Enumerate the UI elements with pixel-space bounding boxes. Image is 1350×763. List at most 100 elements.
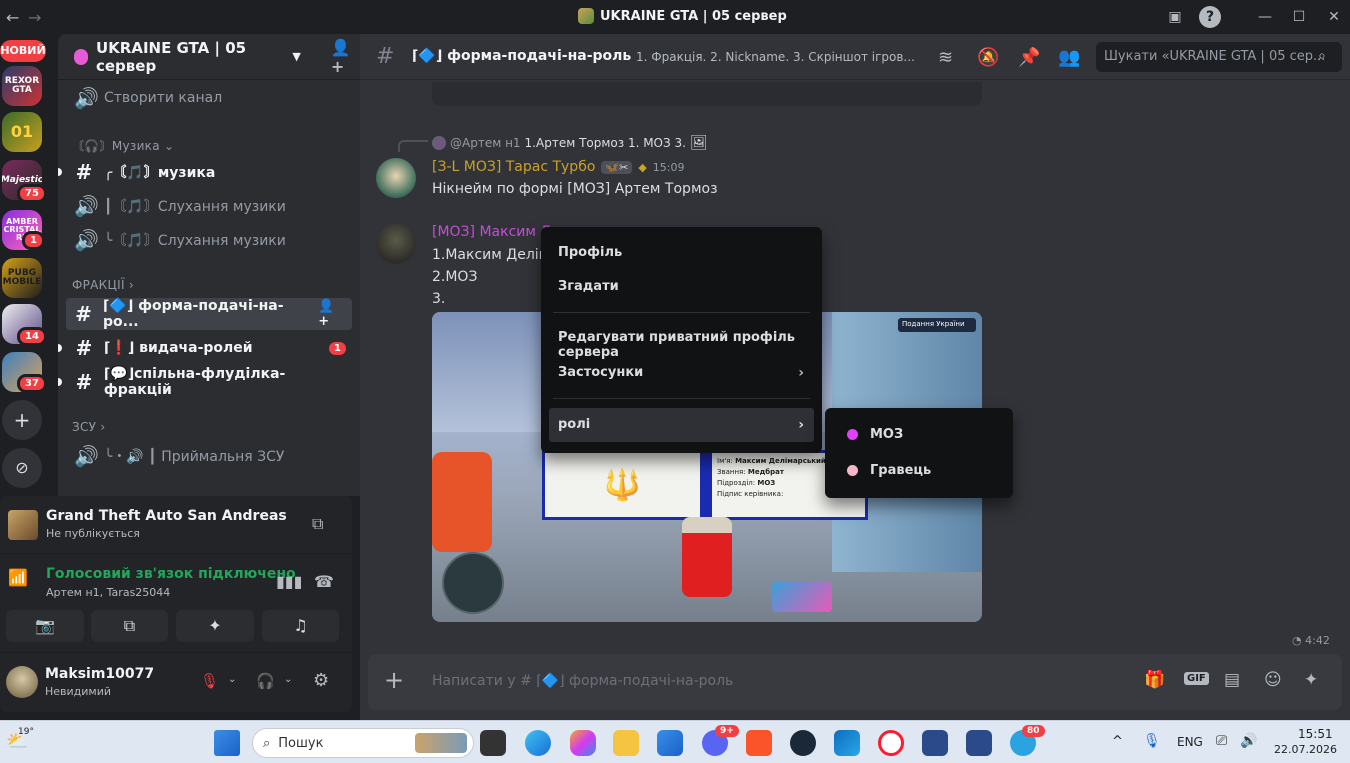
card-value: Медбрат: [747, 468, 784, 476]
member-list-icon[interactable]: 👥: [1058, 47, 1080, 68]
edge-icon[interactable]: [525, 730, 551, 756]
emoji-icon[interactable]: ☺: [1264, 670, 1282, 690]
pin-icon[interactable]: 📌: [1018, 47, 1040, 68]
avatar[interactable]: [376, 158, 416, 198]
chevron-down-icon[interactable]: ⌄: [228, 674, 236, 685]
inbox-icon[interactable]: ▣: [1164, 6, 1186, 28]
gif-icon[interactable]: GIF: [1184, 672, 1209, 685]
stream-icon[interactable]: ⧉: [312, 514, 323, 534]
channel-topic[interactable]: 1. Фракція. 2. Nickname. 3. Скріншот ігр…: [636, 50, 915, 64]
clock-date[interactable]: 22.07.2026: [1274, 743, 1337, 756]
add-attachment-icon[interactable]: +: [384, 666, 404, 694]
app-icon[interactable]: [966, 730, 992, 756]
microphone-icon[interactable]: 🎙: [1143, 733, 1161, 749]
camera-off-button[interactable]: 📷: [6, 610, 84, 642]
category-music[interactable]: 〘🎧〙Музика ⌄: [72, 137, 174, 154]
apps-icon[interactable]: ✦: [1304, 670, 1318, 690]
gift-icon[interactable]: 🎁: [1144, 670, 1165, 690]
channel-form[interactable]: # ⌈🔷⌋ форма-подачі-на-ро... 👤+: [66, 298, 352, 330]
server-icon-rexor[interactable]: REXOR GTA: [2, 66, 42, 106]
reply-preview[interactable]: @Артем н1 1.Артем Тормоз 1. МОЗ 3. 🖼: [432, 135, 708, 151]
headphones-icon[interactable]: 🎧: [256, 672, 275, 690]
voice-users: Артем н1, Taras25044: [46, 586, 171, 599]
role-item-moz[interactable]: МОЗ: [833, 418, 1005, 450]
channel-label: ⌈❗⌋ видача-ролей: [104, 340, 253, 356]
voice-status[interactable]: Голосовий зв'язок підключено: [46, 566, 296, 582]
minimize-button[interactable]: —: [1254, 6, 1276, 28]
display-icon[interactable]: ⎚: [1216, 733, 1227, 749]
volume-icon[interactable]: 🔊: [1240, 733, 1257, 749]
invite-user-icon[interactable]: 👤+: [331, 38, 360, 76]
file-explorer-icon[interactable]: [613, 730, 639, 756]
menu-item-mention[interactable]: Згадати: [549, 270, 814, 304]
threads-icon[interactable]: ≋: [938, 47, 953, 68]
avatar[interactable]: [6, 666, 38, 698]
role-item-player[interactable]: Гравець: [833, 454, 1005, 486]
help-icon[interactable]: ?: [1199, 6, 1221, 28]
speaker-icon: 🔊: [74, 86, 99, 110]
user-name[interactable]: Maksim10077: [45, 666, 154, 682]
unread-indicator: [58, 344, 62, 352]
chevron-up-icon[interactable]: ^: [1112, 734, 1123, 749]
reply-text: 1.Артем Тормоз 1. МОЗ 3.: [524, 136, 686, 150]
channel-listen-2[interactable]: 🔊 ╰〘🎵〙Слухання музики: [66, 224, 352, 256]
discover-compass-icon[interactable]: ⊘: [2, 448, 42, 488]
close-button[interactable]: ✕: [1323, 6, 1345, 28]
menu-item-edit-profile[interactable]: Редагувати приватний профіль сервера: [549, 321, 814, 360]
mic-muted-icon[interactable]: 🎙: [200, 672, 219, 690]
taskbar-search[interactable]: ⌕ Пошук: [252, 728, 474, 758]
back-arrow-icon[interactable]: ←: [6, 8, 19, 27]
avatar[interactable]: [376, 224, 416, 264]
brave-icon[interactable]: [746, 730, 772, 756]
menu-divider: [553, 398, 810, 399]
role-color-dot: [847, 464, 858, 476]
app-icon[interactable]: [922, 730, 948, 756]
forward-arrow-icon[interactable]: →: [28, 8, 41, 27]
create-channel-item[interactable]: 🔊 Створити канал: [66, 82, 352, 114]
maximize-button[interactable]: ☐: [1288, 6, 1310, 28]
menu-item-roles[interactable]: ролі ›: [549, 408, 814, 442]
server-mention-badge: 14: [17, 327, 47, 346]
author-name[interactable]: [МОЗ] Максим Д: [432, 224, 551, 240]
soundboard-button[interactable]: ♫: [262, 610, 339, 642]
windows-start-icon[interactable]: [214, 730, 240, 756]
channel-flood[interactable]: # ⌈💬⌋спільна-флуділка-фракцій: [66, 366, 352, 398]
server-header[interactable]: UKRAINE GTA | 05 сервер ▼ 👤+: [58, 34, 360, 80]
invite-user-icon[interactable]: 👤+: [318, 299, 344, 329]
author-name[interactable]: [З-L МОЗ] Тарас Турбо: [432, 159, 595, 175]
copilot-icon[interactable]: [570, 730, 596, 756]
channel-roles[interactable]: # ⌈❗⌋ видача-ролей 1: [66, 332, 352, 364]
sticker-icon[interactable]: ▤: [1224, 670, 1240, 690]
outlook-icon[interactable]: [834, 730, 860, 756]
trident-icon: 🔱: [545, 453, 700, 517]
user-status: Невидимий: [45, 685, 112, 698]
noise-suppression-icon[interactable]: ▮▮▮: [276, 572, 302, 591]
category-zsu[interactable]: ЗСУ ›: [72, 420, 106, 434]
opera-icon[interactable]: [878, 730, 904, 756]
settings-gear-icon[interactable]: ⚙: [313, 670, 329, 691]
language-indicator[interactable]: ENG: [1177, 735, 1203, 749]
menu-item-apps[interactable]: Застосунки ›: [549, 356, 814, 390]
clock-time[interactable]: 15:51: [1298, 727, 1333, 741]
chevron-down-icon[interactable]: ⌄: [284, 674, 292, 685]
search-input[interactable]: Шукати «UKRAINE GTA | 05 сер...: [1096, 42, 1342, 72]
message-input[interactable]: Написати у # ⌈🔷⌋ форма-подачі-на-роль: [432, 673, 733, 689]
disconnect-icon[interactable]: ☎: [314, 572, 334, 591]
steam-icon[interactable]: [790, 730, 816, 756]
channel-music[interactable]: # ╭〘🎵〙музика: [66, 156, 352, 188]
activities-button[interactable]: ✦: [176, 610, 254, 642]
share-screen-button[interactable]: ⧉: [91, 610, 168, 642]
server-icon-pubg[interactable]: PUBG MOBILE: [2, 258, 42, 298]
add-server-icon[interactable]: +: [2, 400, 42, 440]
store-icon[interactable]: [657, 730, 683, 756]
server-icon-01[interactable]: 01: [2, 112, 42, 152]
previous-image[interactable]: [432, 82, 982, 106]
title-bar: ← → UKRAINE GTA | 05 сервер ▣ ? — ☐ ✕: [0, 0, 1350, 34]
menu-item-profile[interactable]: Профіль: [549, 236, 814, 270]
category-factions[interactable]: ФРАКЦІЇ ›: [72, 278, 134, 292]
notification-bell-muted-icon[interactable]: 🔕: [977, 47, 999, 68]
channel-listen-1[interactable]: 🔊 ┃〘🎵〙Слухання музики: [66, 190, 352, 222]
roles-submenu: МОЗ Гравець: [825, 408, 1013, 498]
task-view-icon[interactable]: [480, 730, 506, 756]
channel-zsu[interactable]: 🔊 ╰・🔊 ┃ Приймальня ЗСУ: [66, 440, 352, 472]
